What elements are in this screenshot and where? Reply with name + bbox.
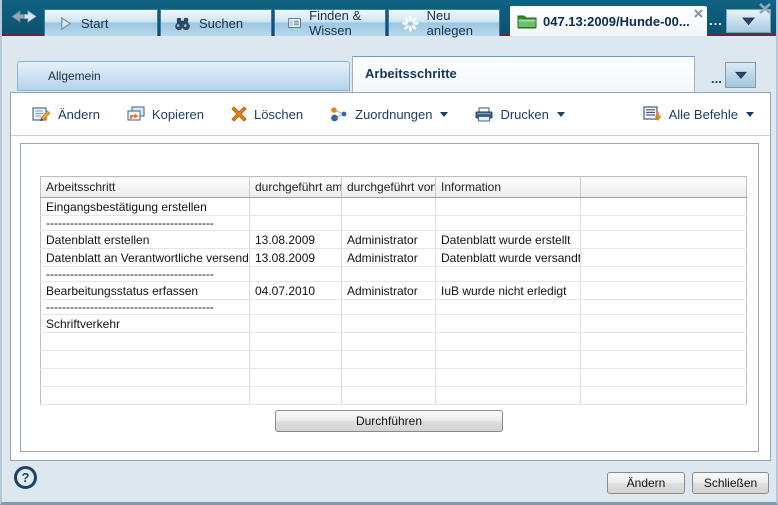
durchfuehren-button[interactable]: Durchführen: [275, 410, 503, 432]
worksteps-table-body: Eingangsbestätigung erstellen ----------…: [41, 198, 747, 405]
arbeitsschritte-panel: Ändern Kopieren Löschen: [10, 92, 771, 461]
footer-schliessen-button[interactable]: Schließen: [692, 472, 769, 494]
table-row[interactable]: [41, 387, 747, 405]
alle-befehle-dropdown[interactable]: Alle Befehle: [643, 106, 754, 123]
loeschen-button[interactable]: Löschen: [231, 106, 303, 122]
kopieren-button[interactable]: Kopieren: [127, 106, 204, 122]
edit-icon: [32, 106, 51, 122]
forward-arrow-icon[interactable]: [25, 11, 37, 22]
table-header-row: Arbeitsschritt durchgeführt am durchgefü…: [41, 177, 747, 198]
tab-suchen[interactable]: Suchen: [160, 9, 272, 36]
tab-start-label: Start: [81, 16, 108, 31]
table-row[interactable]: Schriftverkehr: [41, 315, 747, 333]
kopieren-button-label: Kopieren: [152, 107, 204, 122]
document-tab-close-icon[interactable]: [693, 8, 704, 19]
tabstrip-dropdown-button[interactable]: [725, 62, 756, 88]
play-icon: [58, 16, 73, 31]
tab-suchen-label: Suchen: [199, 16, 243, 31]
list-window-icon: [288, 16, 301, 30]
col-information[interactable]: Information: [436, 177, 581, 198]
col-arbeitsschritt[interactable]: Arbeitsschritt: [41, 177, 250, 198]
alle-befehle-caret-icon: [746, 112, 754, 121]
tab-arbeitsschritte-label: Arbeitsschritte: [365, 66, 457, 81]
tab-allgemein-label: Allgemein: [48, 69, 101, 83]
history-nav-arrows[interactable]: [5, 8, 43, 25]
table-row[interactable]: ----------------------------------------…: [41, 300, 747, 315]
tab-neu-anlegen-label: Neu anlegen: [427, 8, 499, 38]
copy-icon: [127, 106, 145, 122]
tab-allgemein[interactable]: Allgemein: [17, 61, 350, 91]
col-durchgefuehrt-von[interactable]: durchgeführt von: [342, 177, 436, 198]
table-row[interactable]: ----------------------------------------…: [41, 216, 747, 231]
back-arrow-icon[interactable]: [12, 11, 24, 22]
chevron-down-icon: [734, 70, 748, 80]
toolbar: Ändern Kopieren Löschen: [11, 93, 770, 136]
links-icon: [330, 106, 348, 122]
table-row[interactable]: [41, 351, 747, 369]
help-question-icon: ?: [22, 470, 30, 485]
help-button[interactable]: ?: [14, 466, 37, 489]
topbar-overflow-dots[interactable]: ...: [709, 13, 723, 28]
chevron-down-icon: [741, 16, 756, 26]
tab-neu-anlegen[interactable]: Neu anlegen: [388, 9, 500, 36]
table-row[interactable]: [41, 333, 747, 351]
loeschen-button-label: Löschen: [254, 107, 303, 122]
col-empty: [581, 177, 747, 198]
zuordnungen-dropdown[interactable]: Zuordnungen: [330, 106, 448, 122]
table-row[interactable]: Bearbeitungsstatus erfassen04.07.2010 Ad…: [41, 282, 747, 300]
drucken-dropdown[interactable]: Drucken: [475, 107, 564, 122]
application-window: Start Suchen Finden & Wissen: [0, 0, 778, 505]
starburst-icon: [402, 15, 419, 32]
col-durchgefuehrt-am[interactable]: durchgeführt am: [250, 177, 342, 198]
printer-icon: [475, 107, 493, 122]
table-row[interactable]: Datenblatt an Verantwortliche versenden1…: [41, 249, 747, 267]
zuordnungen-label: Zuordnungen: [355, 107, 432, 122]
table-row[interactable]: Eingangsbestätigung erstellen: [41, 198, 747, 216]
document-tab-label: 047.13:2009/Hunde-00...: [543, 14, 690, 29]
drucken-label: Drucken: [500, 107, 548, 122]
worksteps-content-panel: Arbeitsschritt durchgeführt am durchgefü…: [20, 143, 759, 452]
footer-aendern-button[interactable]: Ändern: [607, 472, 685, 494]
drucken-caret-icon: [557, 112, 565, 121]
zuordnungen-caret-icon: [440, 112, 448, 121]
table-row[interactable]: [41, 369, 747, 387]
tab-start[interactable]: Start: [44, 9, 158, 36]
binoculars-icon: [174, 16, 191, 31]
folder-icon: [517, 13, 537, 29]
document-tab[interactable]: 047.13:2009/Hunde-00...: [510, 6, 707, 36]
tab-finden-wissen-label: Finden & Wissen: [309, 8, 385, 38]
tab-arbeitsschritte[interactable]: Arbeitsschritte: [352, 56, 695, 92]
worksteps-table: Arbeitsschritt durchgeführt am durchgefü…: [40, 176, 747, 405]
table-row[interactable]: Datenblatt erstellen13.08.2009 Administr…: [41, 231, 747, 249]
aendern-button-label: Ändern: [58, 107, 100, 122]
window-close-icon[interactable]: [758, 2, 772, 15]
tab-finden-wissen[interactable]: Finden & Wissen: [274, 9, 386, 36]
delete-x-icon: [231, 106, 247, 122]
alle-befehle-label: Alle Befehle: [669, 107, 738, 122]
command-list-icon: [643, 106, 662, 123]
tabstrip-overflow-dots[interactable]: ...: [711, 71, 722, 86]
table-row[interactable]: ----------------------------------------…: [41, 267, 747, 282]
aendern-button[interactable]: Ändern: [32, 106, 100, 122]
top-navigation-bar: Start Suchen Finden & Wissen: [2, 0, 776, 36]
